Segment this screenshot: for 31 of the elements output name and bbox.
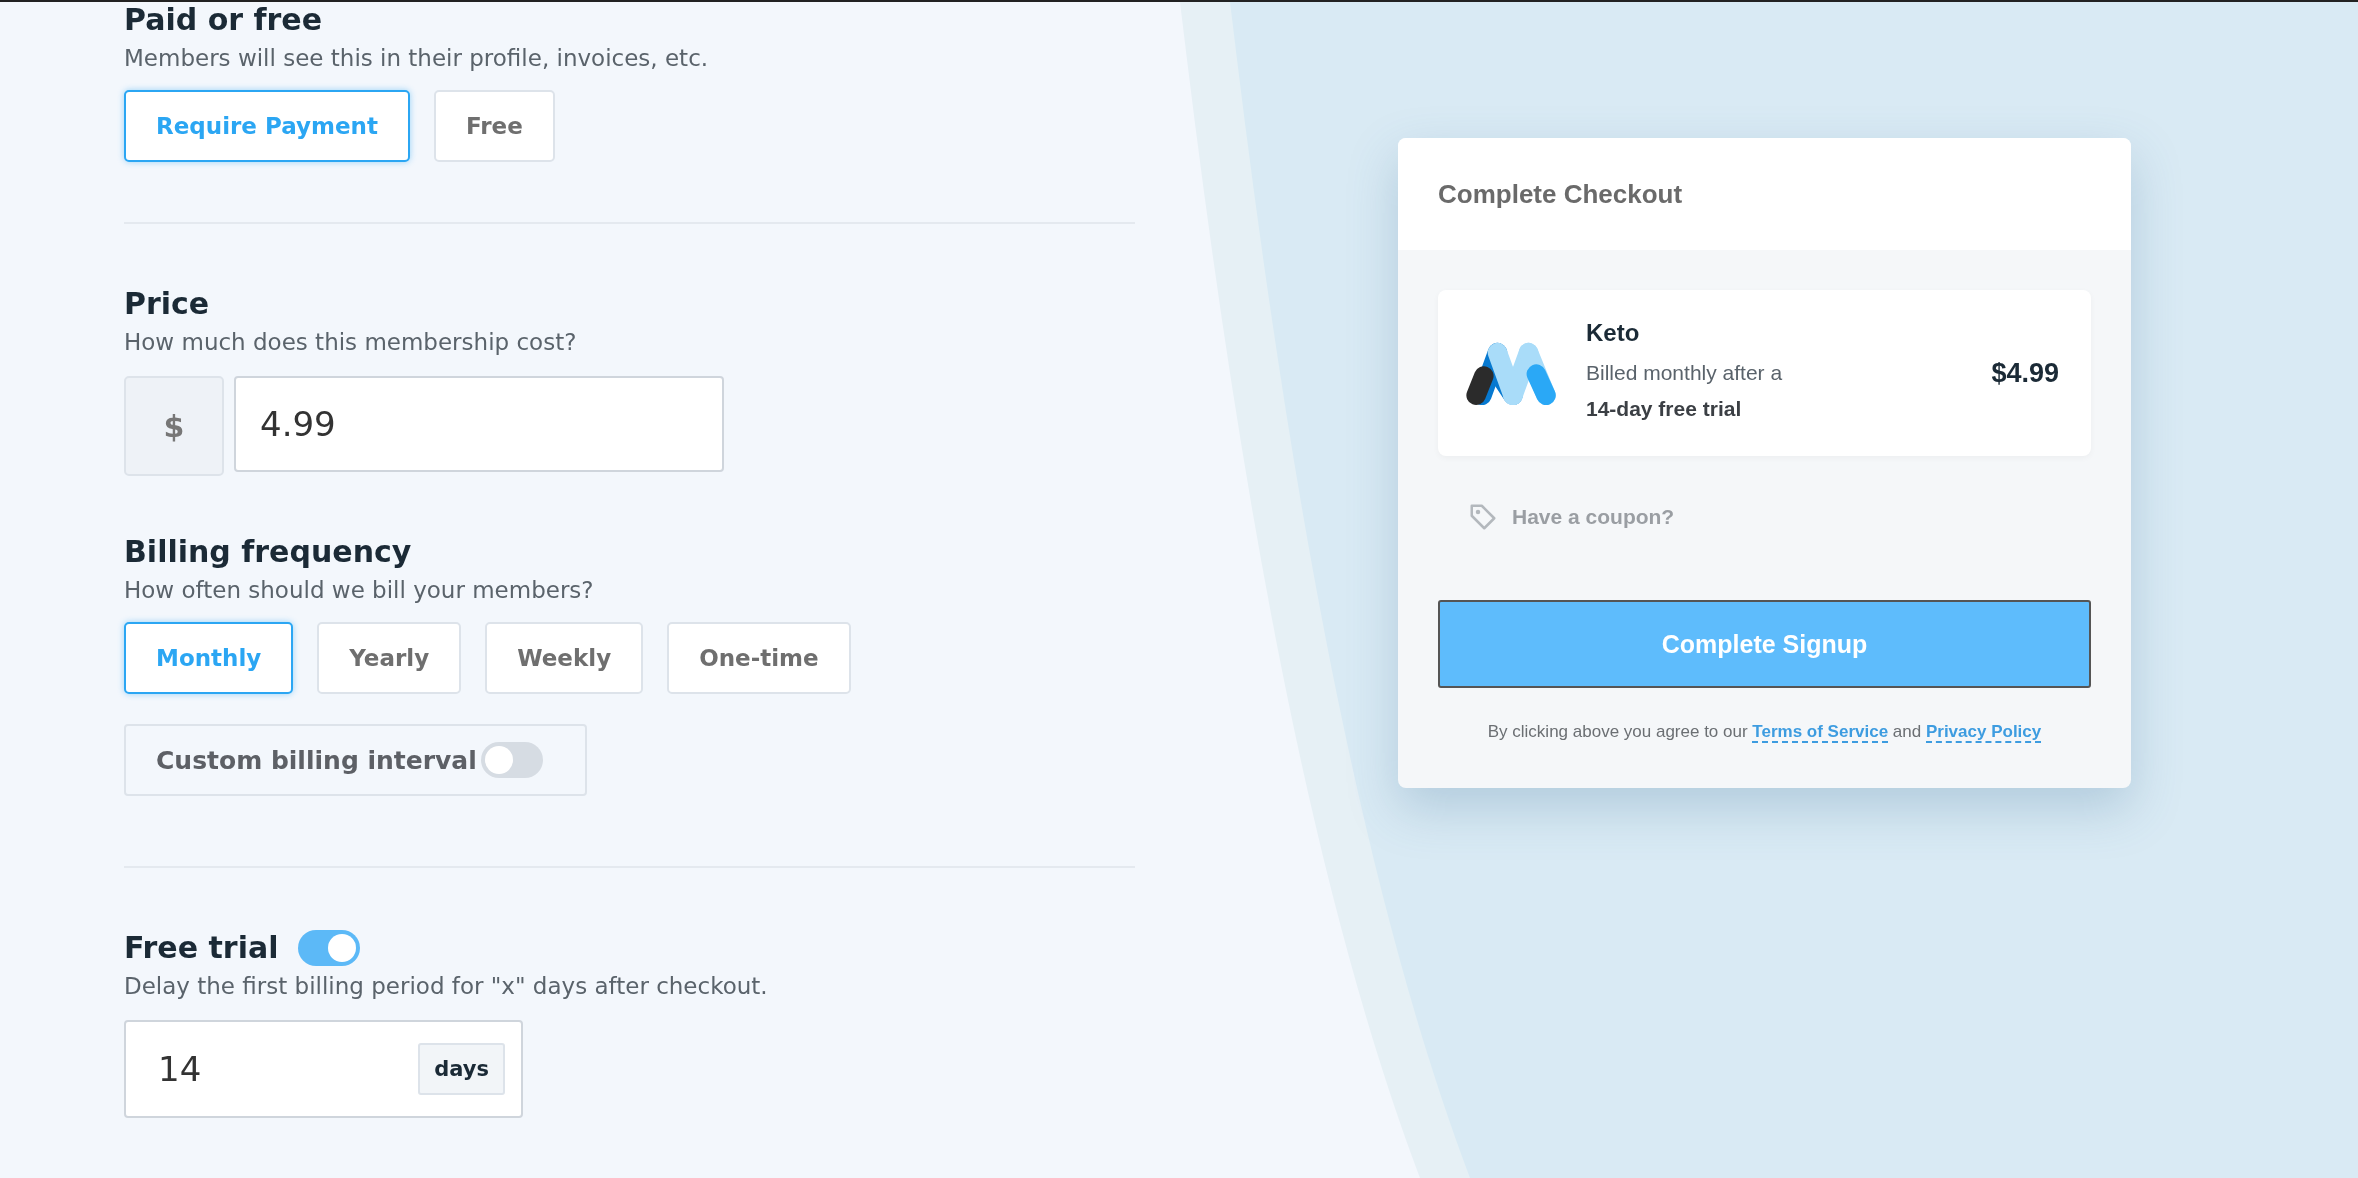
- option-button[interactable]: Yearly: [317, 622, 462, 694]
- privacy-link[interactable]: Privacy Policy: [1925, 722, 2042, 743]
- terms-text: By clicking above you agree to our Terms of Service and Privacy Policy: [1486, 722, 2043, 742]
- trial-days-field[interactable]: 14 days: [124, 1020, 523, 1118]
- section-description: Delay the first billing period for "x" days after checkout.: [124, 972, 769, 1001]
- toggle-switch[interactable]: [480, 742, 543, 778]
- option-button[interactable]: Weekly: [485, 622, 644, 694]
- checkout-title: Complete Checkout: [1438, 178, 1683, 210]
- option-button[interactable]: Monthly: [124, 622, 294, 694]
- tag-icon: [1468, 502, 1498, 532]
- section-title: Price: [124, 286, 211, 322]
- currency-symbol: $: [124, 376, 224, 476]
- price-input[interactable]: 4.99: [234, 376, 724, 472]
- section-description: Members will see this in their profile, invoices, etc.: [124, 44, 710, 73]
- section-title: Free trial: [124, 930, 279, 966]
- trial-days-input[interactable]: 14: [156, 1048, 419, 1090]
- billing-note: Billed monthly after a: [1586, 360, 1784, 386]
- custom-interval-label: Custom billing interval: [156, 745, 477, 775]
- unit-label: days: [418, 1043, 505, 1095]
- option-button[interactable]: One-time: [667, 622, 851, 694]
- product-name: Keto: [1586, 319, 1641, 347]
- terms-link[interactable]: Terms of Service: [1752, 722, 1889, 743]
- section-description: How much does this membership cost?: [124, 328, 578, 357]
- section-title: Paid or free: [124, 2, 324, 38]
- trial-note: 14-day free trial: [1586, 396, 1743, 422]
- product-price: $4.99: [1991, 357, 2059, 389]
- toggle-switch[interactable]: [298, 930, 361, 966]
- option-button[interactable]: Require Payment: [124, 90, 410, 162]
- section-description: How often should we bill your members?: [124, 576, 595, 605]
- option-button[interactable]: Free: [433, 90, 555, 162]
- section-title: Billing frequency: [124, 534, 413, 570]
